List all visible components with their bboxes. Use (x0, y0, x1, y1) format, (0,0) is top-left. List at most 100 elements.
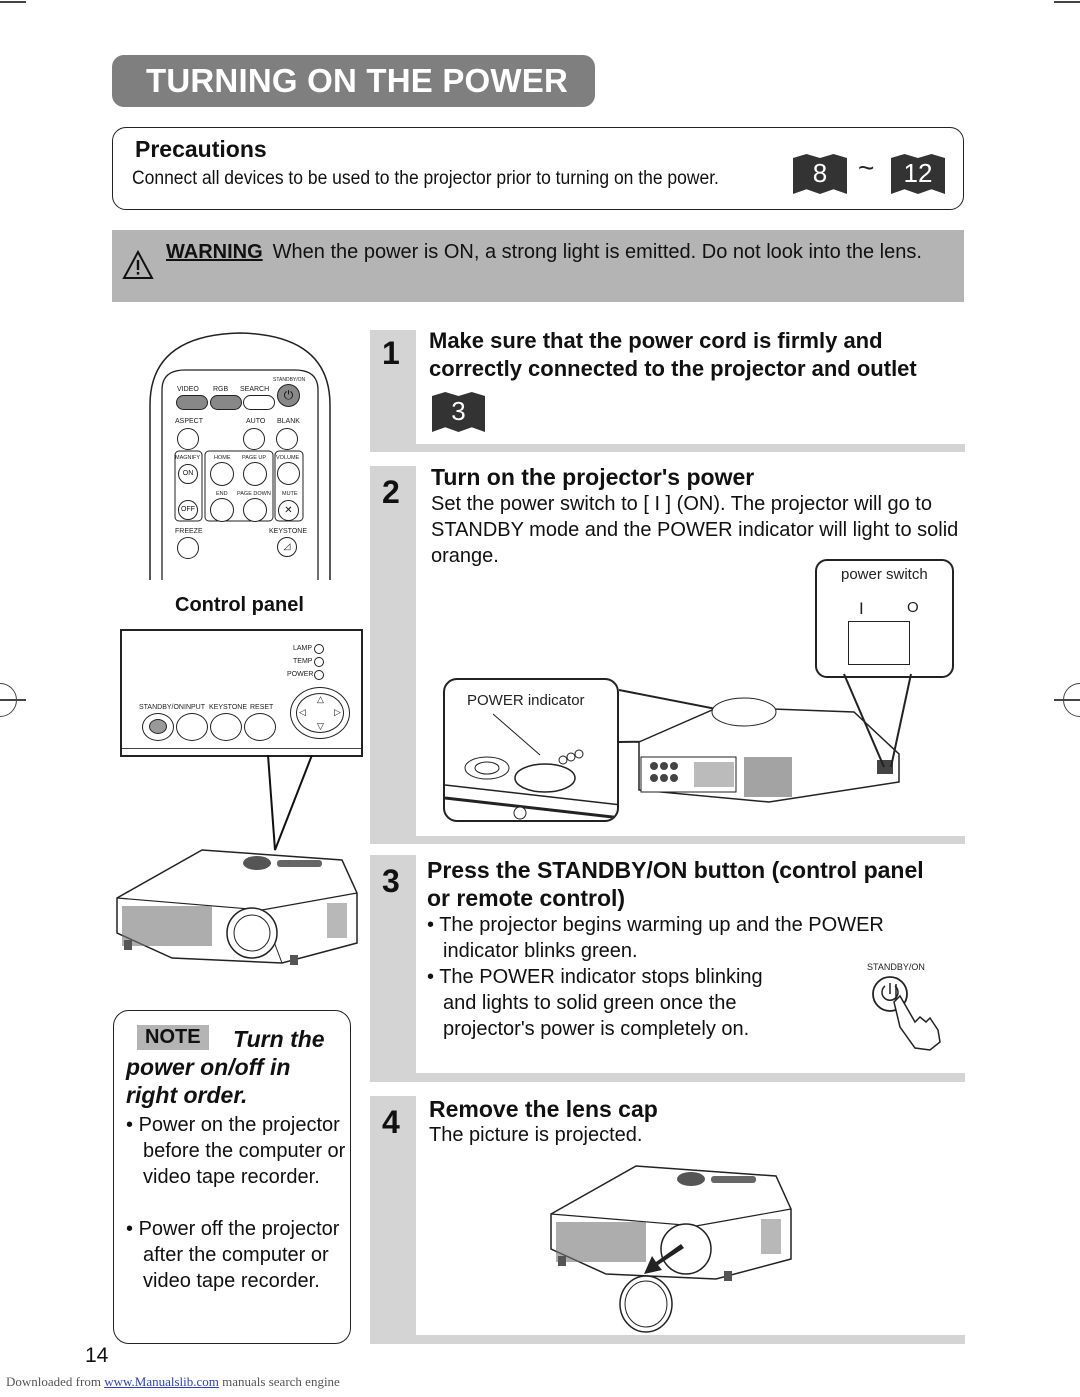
step-4: 4 Remove the lens cap The picture is pro… (370, 1096, 965, 1344)
remote-label-magnify: MAGNIFY (175, 455, 201, 461)
remote-magnify-off-button[interactable]: OFF (178, 500, 198, 520)
remote-outline (149, 332, 331, 580)
cp-directional-pad[interactable]: △ ▽ ◁ ▷ (290, 687, 350, 739)
remote-label-mute: MUTE (282, 491, 298, 497)
switch-on-mark: I (859, 599, 864, 618)
step-3: 3 Press the STANDBY/ON button (control p… (370, 855, 965, 1082)
footer-prefix: Downloaded from (6, 1374, 101, 1389)
step-text: Set the power switch to [ I ] (ON). The … (431, 493, 959, 567)
indicator-label-temp: TEMP (293, 658, 313, 665)
cp-label-input: INPUT (184, 704, 205, 711)
power-indicator-callout: POWER indicator (443, 678, 619, 822)
step-number: 3 (382, 863, 400, 899)
remote-page-up-button[interactable] (243, 462, 267, 486)
remote-page-down-button[interactable] (243, 498, 267, 522)
remote-magnify-on-button[interactable]: ON (178, 464, 198, 484)
temp-indicator (314, 657, 324, 667)
step-bullet: • The POWER indicator stops blinking and… (427, 966, 763, 1040)
cp-reset-button[interactable] (244, 713, 276, 741)
remote-rgb-button[interactable] (210, 395, 242, 410)
lamp-indicator (314, 644, 324, 654)
remote-search-button[interactable] (243, 395, 275, 410)
page-title: TURNING ON THE POWER (112, 55, 595, 107)
projector-rear-illustration (619, 673, 912, 803)
remote-label-freeze: FREEZE (175, 528, 203, 535)
registration-mark (0, 699, 26, 701)
remote-blank-button[interactable] (276, 428, 298, 450)
remote-end-button[interactable] (210, 498, 234, 522)
remote-label-aspect: ASPECT (175, 418, 204, 425)
remote-label-search: SEARCH (240, 386, 270, 393)
pressing-standby-button-icon (872, 976, 941, 1051)
step-text: The picture is projected. (429, 1124, 643, 1146)
step-title: Remove the lens cap (429, 1096, 658, 1122)
step-bullet: • The projector begins warming up and th… (427, 914, 884, 962)
power-switch-rocker[interactable] (848, 621, 910, 665)
step-bullet-text: The POWER indicator stops blinking and l… (439, 966, 763, 1040)
power-indicator (314, 670, 324, 680)
cp-label-keystone: KEYSTONE (209, 704, 247, 711)
note-bullet: • Power off the projector after the comp… (126, 1218, 340, 1292)
step-title: Press the STANDBY/ON button (control pan… (427, 857, 924, 911)
control-panel-illustration: LAMP TEMP POWER STANDBY/ON INPUT KEYSTON… (120, 629, 363, 757)
page-ref-book-icon[interactable]: 3 (432, 392, 485, 432)
note-heading: Turn the power on/off in right order. (126, 1026, 325, 1108)
cp-input-button[interactable] (176, 713, 208, 741)
switch-off-mark: O (907, 599, 919, 616)
crop-mark (0, 1, 26, 3)
power-switch-callout: power switch I O (815, 559, 954, 678)
remote-standby-button[interactable]: ⏻ (277, 384, 300, 407)
cp-label-standby: STANDBY/ON (139, 704, 184, 711)
indicator-label-lamp: LAMP (293, 645, 313, 652)
step-2: 2 Turn on the projector's power Set the … (370, 464, 965, 844)
step-title: Make sure that the power cord is firmly … (429, 328, 917, 381)
footer: Downloaded from www.Manualslib.com manua… (6, 1374, 340, 1390)
remote-label-home: HOME (214, 455, 231, 461)
registration-mark (1054, 699, 1080, 701)
remote-aspect-button[interactable] (177, 428, 199, 450)
note-bullet: • Power on the projector before the comp… (126, 1114, 346, 1188)
manualslib-link[interactable]: www.Manualslib.com (104, 1374, 219, 1389)
step-number: 1 (382, 335, 400, 371)
page-number: 14 (85, 1344, 109, 1367)
remote-label-rgb: RGB (213, 386, 229, 393)
remote-keystone-button[interactable]: ◿ (277, 537, 297, 557)
remote-volume-button[interactable] (277, 462, 300, 485)
remote-mute-button[interactable]: ✕ (278, 500, 299, 521)
standby-button-label: STANDBY/ON (867, 962, 925, 972)
warning-label: WARNING (166, 241, 263, 263)
range-separator: ~ (858, 152, 875, 183)
remote-label-end: END (216, 491, 228, 497)
step-title: Turn on the projector's power (431, 464, 755, 490)
control-panel-detail (445, 713, 617, 820)
warning-banner: WARNING When the power is ON, a strong li… (112, 230, 964, 302)
cp-keystone-button[interactable] (210, 713, 242, 741)
precautions-box: Precautions Connect all devices to be us… (112, 127, 964, 210)
remote-auto-button[interactable] (243, 428, 265, 450)
projector-illustration (116, 849, 358, 965)
remote-video-button[interactable] (176, 395, 208, 410)
cp-standby-button[interactable] (142, 713, 174, 741)
note-box: NOTE Turn the power on/off in right orde… (113, 1010, 351, 1344)
remote-home-button[interactable] (210, 462, 234, 486)
control-panel-title: Control panel (175, 594, 304, 616)
remote-label-volume: VOLUME (276, 455, 300, 461)
indicator-label-power: POWER (287, 671, 314, 678)
precautions-title: Precautions (135, 136, 267, 162)
crop-mark (1054, 1, 1080, 3)
precautions-text: Connect all devices to be used to the pr… (132, 168, 719, 189)
remote-label-video: VIDEO (177, 386, 199, 393)
page-ref-book-icon[interactable]: 12 (891, 154, 945, 194)
remote-freeze-button[interactable] (177, 537, 199, 559)
remote-label-page-up: PAGE UP (242, 455, 267, 461)
footer-suffix: manuals search engine (222, 1374, 340, 1389)
page-ref-book-icon[interactable]: 8 (793, 154, 847, 194)
remote-label-keystone: KEYSTONE (269, 528, 307, 535)
warning-message: When the power is ON, a strong light is … (272, 241, 922, 263)
remote-label-auto: AUTO (246, 418, 266, 425)
step-number: 4 (382, 1104, 400, 1140)
step-1: 1 Make sure that the power cord is firml… (370, 328, 965, 452)
note-bullet-text: Power off the projector after the comput… (138, 1218, 340, 1292)
step-number: 2 (382, 474, 400, 510)
remote-label-standby: STANDBY/ON (273, 377, 306, 383)
